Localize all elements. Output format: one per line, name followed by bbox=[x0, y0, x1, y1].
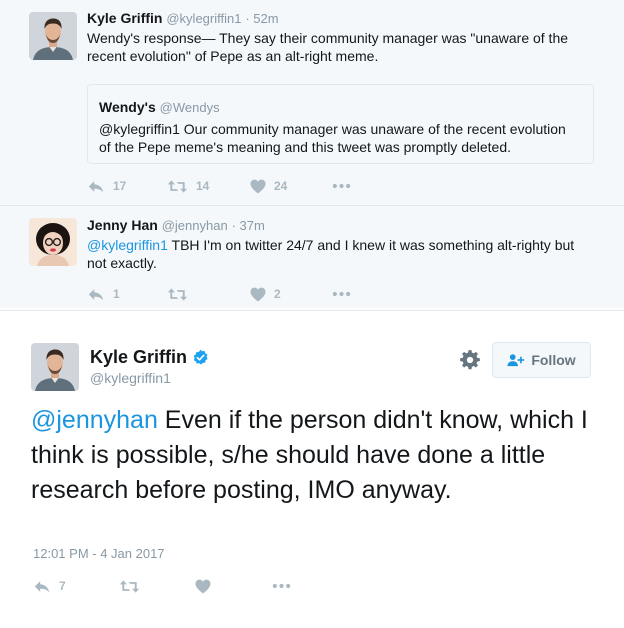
reply-icon bbox=[33, 579, 51, 594]
user-name[interactable]: Jenny Han bbox=[87, 217, 158, 233]
mention-link[interactable]: @jennyhan bbox=[31, 406, 158, 434]
quoted-user-name: Wendy's bbox=[99, 99, 156, 115]
retweet-icon bbox=[119, 579, 140, 594]
reply-count: 7 bbox=[59, 579, 66, 593]
heart-icon bbox=[250, 287, 266, 302]
avatar[interactable] bbox=[29, 218, 77, 266]
more-button[interactable] bbox=[332, 183, 351, 189]
more-icon bbox=[332, 183, 351, 189]
tweet-text-line: recent evolution" of Pepe as an alt-righ… bbox=[87, 48, 379, 64]
verified-badge-icon bbox=[193, 349, 208, 365]
tweet-text-line: Wendy's response— They say their communi… bbox=[87, 30, 569, 46]
retweet-count: 14 bbox=[196, 179, 210, 193]
quoted-text-line: @kylegriffin1 Our community manager was … bbox=[99, 121, 566, 137]
tweet-text: @kylegriffin1 TBH I'm on twitter 24/7 an… bbox=[87, 236, 587, 272]
retweet-button[interactable] bbox=[119, 579, 195, 594]
gear-icon[interactable] bbox=[460, 350, 480, 370]
quoted-tweet[interactable]: Wendy's @Wendys @kylegriffin1 Our commun… bbox=[87, 84, 594, 164]
user-handle[interactable]: @kylegriffin1 bbox=[166, 11, 241, 26]
user-handle[interactable]: @jennyhan bbox=[162, 218, 228, 233]
tweet-actions: 1 2 bbox=[87, 284, 351, 304]
reply-button[interactable]: 17 bbox=[87, 179, 167, 194]
like-button[interactable]: 2 bbox=[250, 287, 332, 302]
avatar-kyle-image bbox=[29, 12, 77, 60]
add-user-icon bbox=[507, 354, 525, 367]
quoted-user-handle: @Wendys bbox=[159, 100, 220, 115]
like-count: 24 bbox=[274, 179, 288, 193]
user-name[interactable]: Kyle Griffin bbox=[90, 347, 187, 368]
tweet-timestamp[interactable]: 12:01 PM - 4 Jan 2017 bbox=[33, 546, 165, 561]
follow-button[interactable]: Follow bbox=[492, 342, 591, 378]
more-icon bbox=[332, 291, 351, 297]
conversation-thread: Kyle Griffin @kylegriffin1 · 52m Wendy's… bbox=[0, 0, 624, 308]
heart-icon bbox=[250, 179, 266, 194]
tweet-text-line: @kylegriffin1 TBH I'm on twitter 24/7 an… bbox=[87, 236, 587, 254]
more-icon bbox=[272, 583, 291, 589]
tweet-jenny-han[interactable]: Jenny Han @jennyhan · 37m @kylegriffin1 … bbox=[0, 205, 624, 308]
avatar-kyle-image bbox=[31, 343, 79, 391]
tweet-text-line: not exactly. bbox=[87, 255, 157, 271]
reply-button[interactable]: 1 bbox=[87, 287, 167, 302]
tweet-text-rest: TBH I'm on twitter 24/7 and I knew it wa… bbox=[167, 237, 575, 253]
retweet-button[interactable] bbox=[167, 287, 250, 302]
avatar-jenny-image bbox=[29, 218, 77, 266]
user-handle[interactable]: @kylegriffin1 bbox=[90, 370, 171, 386]
quoted-text-line: of the Pepe meme's meaning and this twee… bbox=[99, 139, 512, 155]
reply-count: 1 bbox=[113, 287, 120, 301]
retweet-button[interactable]: 14 bbox=[167, 179, 250, 194]
tweet-actions: 7 bbox=[33, 576, 291, 596]
reply-count: 17 bbox=[113, 179, 127, 193]
like-button[interactable] bbox=[195, 579, 272, 594]
permalink-tweet: Kyle Griffin @kylegriffin1 Follow @jenny… bbox=[0, 310, 624, 628]
reply-icon bbox=[87, 287, 105, 302]
tweet-time[interactable]: · 37m bbox=[232, 218, 265, 233]
retweet-icon bbox=[167, 179, 188, 194]
quoted-tweet-text: @kylegriffin1 Our community manager was … bbox=[99, 120, 582, 156]
quoted-tweet-header: Wendy's @Wendys bbox=[99, 98, 582, 117]
tweet-text: @jennyhan Even if the person didn't know… bbox=[31, 403, 601, 508]
retweet-icon bbox=[167, 287, 188, 302]
avatar[interactable] bbox=[29, 12, 77, 60]
mention-link[interactable]: @kylegriffin1 bbox=[87, 237, 168, 253]
more-button[interactable] bbox=[332, 291, 351, 297]
like-button[interactable]: 24 bbox=[250, 179, 332, 194]
tweet-kyle-griffin[interactable]: Kyle Griffin @kylegriffin1 · 52m Wendy's… bbox=[0, 0, 624, 205]
reply-icon bbox=[87, 179, 105, 194]
tweet-actions: 17 14 24 bbox=[87, 176, 351, 196]
reply-button[interactable]: 7 bbox=[33, 579, 119, 594]
tweet-text: Wendy's response— They say their communi… bbox=[87, 29, 587, 65]
avatar[interactable] bbox=[31, 343, 79, 391]
tweet-header: Jenny Han @jennyhan · 37m bbox=[87, 217, 265, 233]
follow-label: Follow bbox=[531, 352, 576, 368]
more-button[interactable] bbox=[272, 583, 291, 589]
tweet-time[interactable]: · 52m bbox=[245, 11, 278, 26]
like-count: 2 bbox=[274, 287, 281, 301]
user-name-row: Kyle Griffin bbox=[90, 347, 209, 368]
tweet-header: Kyle Griffin @kylegriffin1 · 52m bbox=[87, 10, 279, 26]
user-name[interactable]: Kyle Griffin bbox=[87, 10, 162, 26]
heart-icon bbox=[195, 579, 211, 594]
